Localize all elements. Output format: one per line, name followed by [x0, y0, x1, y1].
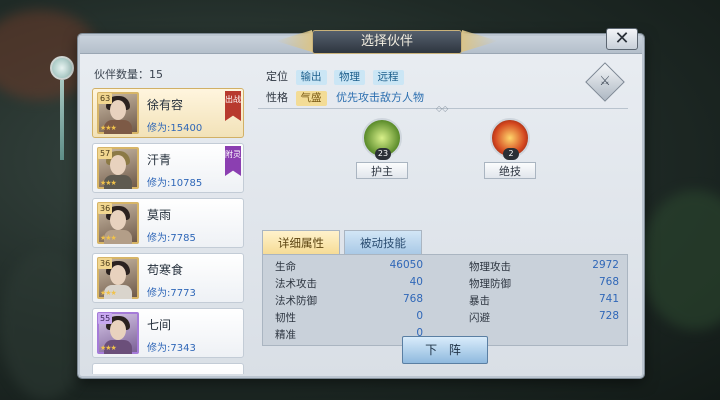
star-rating: ★★★	[100, 124, 117, 132]
trait-description: 优先攻击敌方人物	[336, 91, 424, 104]
partner-count-label: 伙伴数量：	[94, 68, 149, 81]
stat-value: 768	[598, 276, 619, 288]
role-chip: 远程	[372, 70, 404, 85]
close-button[interactable]: ✕	[606, 28, 638, 50]
level-badge: 36	[98, 203, 113, 214]
partner-card[interactable]: 36 ★★★ 莫雨 修为:7785	[92, 198, 244, 248]
trait-label: 性格	[266, 91, 288, 104]
stats-table: 生命 46050 法术攻击 40 法术防御 768 韧性 0 精准 0 物理攻击…	[262, 254, 628, 346]
partner-name: 莫雨	[147, 208, 172, 222]
background-decoration	[0, 250, 90, 400]
weapon-icon[interactable]: ⚔	[585, 62, 625, 102]
partner-count: 伙伴数量：15	[94, 66, 163, 82]
partner-card[interactable]	[92, 363, 244, 374]
star-rating: ★★★	[100, 344, 117, 352]
avatar: 57 ★★★	[97, 147, 139, 189]
avatar: 36 ★★★	[97, 257, 139, 299]
tab-attributes[interactable]: 详细属性	[262, 230, 340, 254]
partner-list[interactable]: 63 ★★★ 徐有容 修为:15400 出战 57 ★★★ 汗青 修为:1078…	[92, 88, 246, 374]
partner-select-panel: 选择伙伴 伙伴数量：15 63 ★★★ 徐有容 修为:15400 出战 57 ★…	[78, 30, 644, 378]
partner-power: 修为:7343	[147, 343, 196, 354]
role-row: 定位 输出 物理 远程	[266, 68, 404, 85]
tab-passive-skills[interactable]: 被动技能	[344, 230, 422, 254]
ornament-tassel	[60, 80, 64, 160]
stat-value: 741	[598, 293, 619, 305]
divider-ornament: ◇◇	[436, 104, 449, 113]
partner-name: 七间	[147, 318, 172, 332]
partner-power: 修为:10785	[147, 178, 203, 189]
level-badge: 36	[98, 258, 113, 269]
skill-ultimate[interactable]: 2 绝技	[478, 118, 542, 179]
star-rating: ★★★	[100, 289, 117, 297]
partner-card[interactable]: 36 ★★★ 苟寒食 修为:7773	[92, 253, 244, 303]
stat-label: 法术防御	[275, 295, 317, 307]
skill-guard[interactable]: 23 护主	[350, 118, 414, 179]
skill-name: 护主	[356, 162, 408, 179]
partner-power: 修为:15400	[147, 123, 203, 134]
role-chip: 物理	[334, 70, 365, 85]
stat-label: 生命	[275, 261, 296, 273]
partner-name: 苟寒食	[147, 263, 184, 277]
stat-label: 暴击	[469, 295, 490, 307]
stat-label: 闪避	[469, 312, 490, 324]
background-decoration	[640, 190, 720, 330]
partner-detail: 定位 输出 物理 远程 性格 气盛 优先攻击敌方人物 ⚔ ◇◇ 23 护主 2 …	[258, 58, 632, 372]
status-tag: 出战	[225, 91, 241, 121]
partner-card[interactable]: 57 ★★★ 汗青 修为:10785 附灵	[92, 143, 244, 193]
jade-ornament-icon	[50, 56, 74, 80]
partner-power: 修为:7773	[147, 288, 196, 299]
partner-power: 修为:7785	[147, 233, 196, 244]
partner-card[interactable]: 55 ★★★ 七间 修为:7343	[92, 308, 244, 358]
stat-label: 物理攻击	[469, 261, 511, 273]
skill-level: 23	[375, 148, 391, 160]
avatar: 55 ★★★	[97, 312, 139, 354]
stat-value: 2972	[592, 259, 619, 271]
panel-title: 选择伙伴	[312, 30, 462, 54]
leaf-shield-icon[interactable]: 23	[362, 118, 402, 160]
stat-value: 768	[402, 293, 423, 305]
flame-icon[interactable]: 2	[490, 118, 530, 160]
partner-count-value: 15	[149, 68, 163, 81]
partner-card[interactable]: 63 ★★★ 徐有容 修为:15400 出战	[92, 88, 244, 138]
skill-level: 2	[503, 148, 519, 160]
level-badge: 55	[98, 313, 113, 324]
role-chip: 输出	[295, 70, 327, 85]
stat-label: 物理防御	[469, 278, 511, 290]
level-badge: 63	[98, 93, 113, 104]
level-badge: 57	[98, 148, 113, 159]
trait-chip: 气盛	[295, 91, 327, 106]
stat-value: 728	[598, 310, 619, 322]
partner-name: 徐有容	[147, 98, 184, 112]
avatar: 63 ★★★	[97, 92, 139, 134]
star-rating: ★★★	[100, 234, 117, 242]
stat-label: 韧性	[275, 312, 296, 324]
stat-value: 46050	[389, 259, 423, 271]
trait-row: 性格 气盛 优先攻击敌方人物	[266, 89, 424, 106]
stat-value: 0	[416, 310, 423, 322]
role-label: 定位	[266, 70, 288, 83]
status-tag: 附灵	[225, 146, 241, 176]
stat-label: 法术攻击	[275, 278, 317, 290]
withdraw-button[interactable]: 下 阵	[402, 336, 488, 364]
star-rating: ★★★	[100, 179, 117, 187]
avatar: 36 ★★★	[97, 202, 139, 244]
partner-name: 汗青	[147, 153, 172, 167]
stat-value: 40	[409, 276, 423, 288]
skill-name: 绝技	[484, 162, 536, 179]
stat-label: 精准	[275, 329, 296, 341]
